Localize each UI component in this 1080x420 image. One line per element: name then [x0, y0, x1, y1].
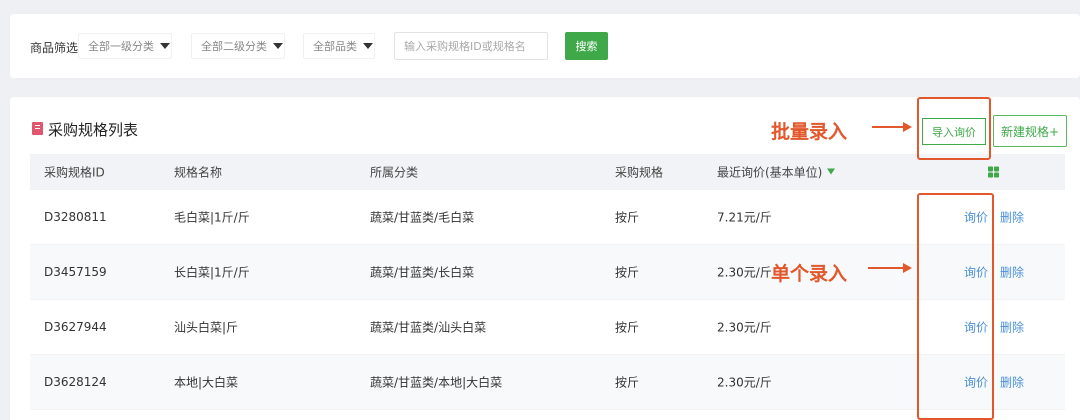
arrow-right-icon: [868, 263, 912, 273]
dropdown-value: 全部一级分类: [88, 40, 154, 53]
column-header-id: 采购规格ID: [44, 165, 105, 180]
row-name: 汕头白菜|斤: [174, 320, 239, 335]
delete-link[interactable]: 删除: [1000, 374, 1024, 391]
filter-label: 商品筛选: [30, 41, 79, 55]
row-price: 2.30元/斤: [717, 320, 772, 335]
arrow-right-icon: [872, 122, 912, 132]
single-import-highlight: [917, 193, 994, 420]
new-spec-button[interactable]: 新建规格+: [993, 115, 1067, 147]
row-price: 7.21元/斤: [717, 210, 772, 225]
row-category: 蔬菜/甘蓝类/汕头白菜: [370, 320, 487, 335]
column-header-category: 所属分类: [370, 165, 419, 180]
delete-link[interactable]: 删除: [1000, 319, 1024, 336]
table-header: 采购规格ID 规格名称 所属分类 采购规格 最近询价(基本单位): [30, 154, 1065, 190]
row-name: 长白菜|1斤/斤: [174, 265, 250, 280]
product-category-dropdown[interactable]: 全部品类: [303, 33, 375, 59]
row-price: 2.30元/斤: [717, 265, 772, 280]
delete-link[interactable]: 删除: [1000, 264, 1024, 281]
row-spec: 按斤: [615, 320, 640, 335]
row-id: D3627944: [44, 320, 107, 334]
caret-down-icon: [273, 43, 283, 49]
row-category: 蔬菜/甘蓝类/毛白菜: [370, 210, 475, 225]
level1-category-dropdown[interactable]: 全部一级分类: [78, 33, 172, 59]
sort-caret-icon[interactable]: [827, 168, 836, 175]
page-title: 采购规格列表: [48, 121, 139, 139]
spec-table: 采购规格ID 规格名称 所属分类 采购规格 最近询价(基本单位) D328081…: [30, 154, 1065, 410]
table-row: D3280811 毛白菜|1斤/斤 蔬菜/甘蓝类/毛白菜 按斤 7.21元/斤 …: [30, 190, 1065, 245]
dropdown-value: 全部二级分类: [201, 40, 267, 53]
row-name: 本地|大白菜: [174, 375, 239, 390]
table-row: D3627944 汕头白菜|斤 蔬菜/甘蓝类/汕头白菜 按斤 2.30元/斤 询…: [30, 300, 1065, 355]
row-id: D3280811: [44, 210, 107, 224]
caret-down-icon: [160, 43, 170, 49]
level2-category-dropdown[interactable]: 全部二级分类: [191, 33, 285, 59]
row-spec: 按斤: [615, 265, 640, 280]
dropdown-value: 全部品类: [313, 40, 357, 53]
filter-panel: 商品筛选 全部一级分类 全部二级分类 全部品类 搜索: [10, 14, 1080, 78]
column-header-price[interactable]: 最近询价(基本单位): [717, 164, 836, 181]
batch-import-highlight: [917, 97, 991, 160]
row-id: D3457159: [44, 265, 107, 279]
row-spec: 按斤: [615, 375, 640, 390]
search-input[interactable]: [394, 32, 548, 60]
table-row: D3628124 本地|大白菜 蔬菜/甘蓝类/本地|大白菜 按斤 2.30元/斤…: [30, 355, 1065, 410]
column-header-name: 规格名称: [174, 165, 223, 180]
row-category: 蔬菜/甘蓝类/长白菜: [370, 265, 475, 280]
batch-import-annotation: 批量录入: [771, 121, 848, 143]
grid-settings-icon[interactable]: [988, 166, 999, 178]
single-import-annotation: 单个录入: [771, 263, 848, 285]
document-icon: [32, 122, 43, 135]
row-category: 蔬菜/甘蓝类/本地|大白菜: [370, 375, 503, 390]
row-id: D3628124: [44, 375, 107, 389]
row-name: 毛白菜|1斤/斤: [174, 210, 250, 225]
caret-down-icon: [363, 43, 373, 49]
delete-link[interactable]: 删除: [1000, 209, 1024, 226]
column-header-spec: 采购规格: [615, 165, 664, 180]
search-button[interactable]: 搜索: [565, 32, 608, 60]
column-header-price-label: 最近询价(基本单位): [717, 165, 823, 180]
row-spec: 按斤: [615, 210, 640, 225]
row-price: 2.30元/斤: [717, 375, 772, 390]
